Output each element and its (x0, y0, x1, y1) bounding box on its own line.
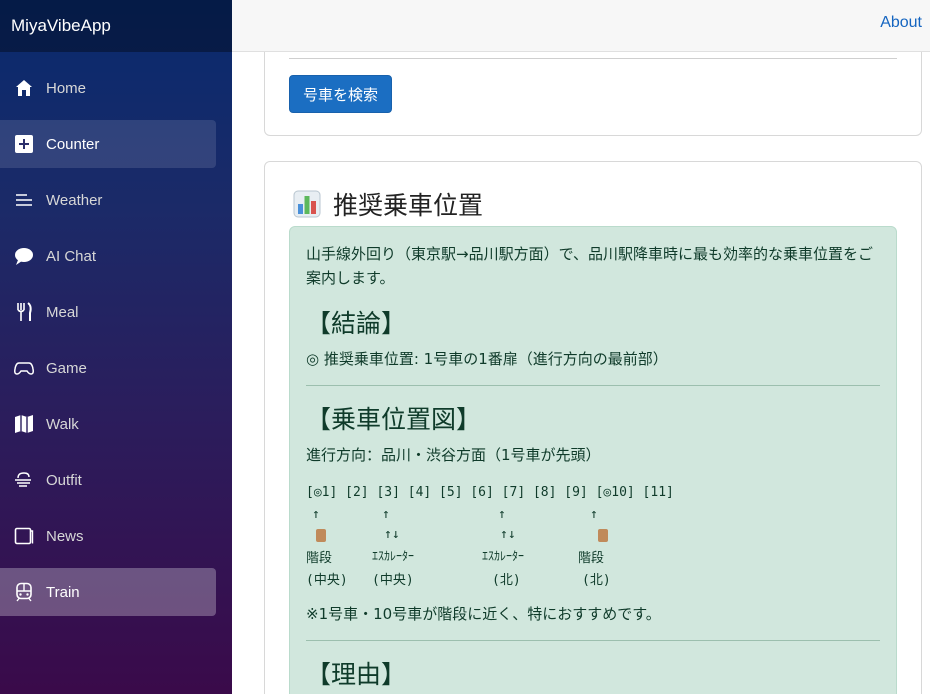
marker-label: 階段 (578, 551, 605, 566)
train-icon (13, 581, 35, 603)
divider (306, 385, 880, 386)
sidebar-item-label: Walk (46, 415, 79, 433)
top-bar: About (232, 0, 930, 52)
door-icon (598, 527, 608, 546)
marker-sub: (北) (582, 573, 611, 588)
result-title: 推奨乗車位置 (333, 191, 484, 220)
gamepad-icon (13, 357, 35, 379)
direction-text: 進行方向：品川・渋谷方面（1号車が先頭） (306, 446, 601, 464)
result-card: 推奨乗車位置 山手線外回り（東京駅→品川駅方面）で、品川駅降車時に最も効率的な乗… (264, 161, 922, 694)
sidebar-item-label: Weather (46, 191, 103, 209)
sidebar-item-label: Meal (46, 303, 79, 321)
sidebar-item-ai-chat[interactable]: AI Chat (0, 232, 216, 280)
sidebar-item-train[interactable]: Train (0, 568, 216, 616)
marker-sub: (中央) (306, 573, 348, 588)
list-icon (13, 189, 35, 211)
divider (289, 58, 897, 59)
nav-menu: Home Counter Weather AI Chat Meal Game W… (0, 52, 232, 616)
sidebar-item-label: Game (46, 359, 87, 377)
sidebar-item-outfit[interactable]: Outfit (0, 456, 216, 504)
brand-bar: MiyaVibeApp (0, 0, 232, 52)
sidebar-item-label: Counter (46, 135, 100, 153)
sidebar-item-label: Train (46, 583, 80, 601)
sidebar-item-home[interactable]: Home (0, 64, 216, 112)
utensils-icon (13, 301, 35, 323)
search-car-button[interactable]: 号車を検索 (289, 75, 393, 113)
sidebar-item-meal[interactable]: Meal (0, 288, 216, 336)
sidebar-item-counter[interactable]: Counter (0, 120, 216, 168)
car-position-diagram: [◎1] [2] [3] [4] [5] [6] [7] [8] [9] [◎1… (306, 485, 880, 595)
intro-text: 山手線外回り（東京駅→品川駅方面）で、品川駅降車時に最も効率的な乗車位置をご案内… (306, 245, 873, 287)
wind-icon (13, 469, 35, 491)
brand-logo[interactable]: MiyaVibeApp (11, 16, 111, 36)
result-alert: 山手線外回り（東京駅→品川駅方面）で、品川駅降車時に最も効率的な乗車位置をご案内… (289, 226, 897, 694)
sidebar-item-label: AI Chat (46, 247, 97, 265)
plus-square-icon (13, 133, 35, 155)
map-icon (13, 413, 35, 435)
about-link[interactable]: About (880, 14, 922, 32)
marker-label: ｴｽｶﾚｰﾀｰ (482, 549, 525, 563)
car-row: [◎1] [2] [3] [4] [5] [6] [7] [8] [9] [◎1… (306, 485, 674, 500)
sidebar-item-walk[interactable]: Walk (0, 400, 216, 448)
reason-title: 【理由】 (306, 660, 407, 689)
marker-sub: (中央) (372, 573, 414, 588)
arrow-up: ↑ (498, 507, 506, 522)
arrow-up: ↑ (312, 507, 320, 522)
sidebar-item-news[interactable]: News (0, 512, 216, 560)
sidebar-item-label: News (46, 527, 84, 545)
bar-chart-icon (293, 190, 321, 218)
sidebar-item-weather[interactable]: Weather (0, 176, 216, 224)
sidebar: MiyaVibeApp Home Counter Weather AI Chat (0, 0, 232, 694)
divider (306, 640, 880, 641)
sidebar-item-game[interactable]: Game (0, 344, 216, 392)
news-icon (13, 525, 35, 547)
door-icon (316, 527, 326, 546)
arrow-updown: ↑↓ (384, 527, 400, 542)
conclusion-title: 【結論】 (306, 309, 407, 338)
sidebar-item-label: Home (46, 79, 87, 97)
home-icon (13, 77, 35, 99)
map-title: 【乗車位置図】 (306, 405, 482, 434)
result-heading: 推奨乗車位置 (293, 186, 483, 222)
marker-label: ｴｽｶﾚｰﾀｰ (372, 549, 415, 563)
marker-label: 階段 (306, 551, 333, 566)
chat-icon (13, 245, 35, 267)
arrow-up: ↑ (382, 507, 390, 522)
sidebar-item-label: Outfit (46, 471, 82, 489)
main-content: 号車を検索 推奨乗車位置 山手線外回り（東京駅→品川駅方面）で、品川駅降車時に最… (232, 52, 930, 694)
conclusion-text: ◎ 推奨乗車位置: 1号車の1番扉（進行方向の最前部） (306, 350, 668, 368)
arrow-updown: ↑↓ (500, 527, 516, 542)
arrow-up: ↑ (590, 507, 598, 522)
search-card: 号車を検索 (264, 52, 922, 136)
marker-sub: (北) (492, 573, 521, 588)
note-text: ※1号車・10号車が階段に近く、特におすすめです。 (306, 605, 661, 623)
